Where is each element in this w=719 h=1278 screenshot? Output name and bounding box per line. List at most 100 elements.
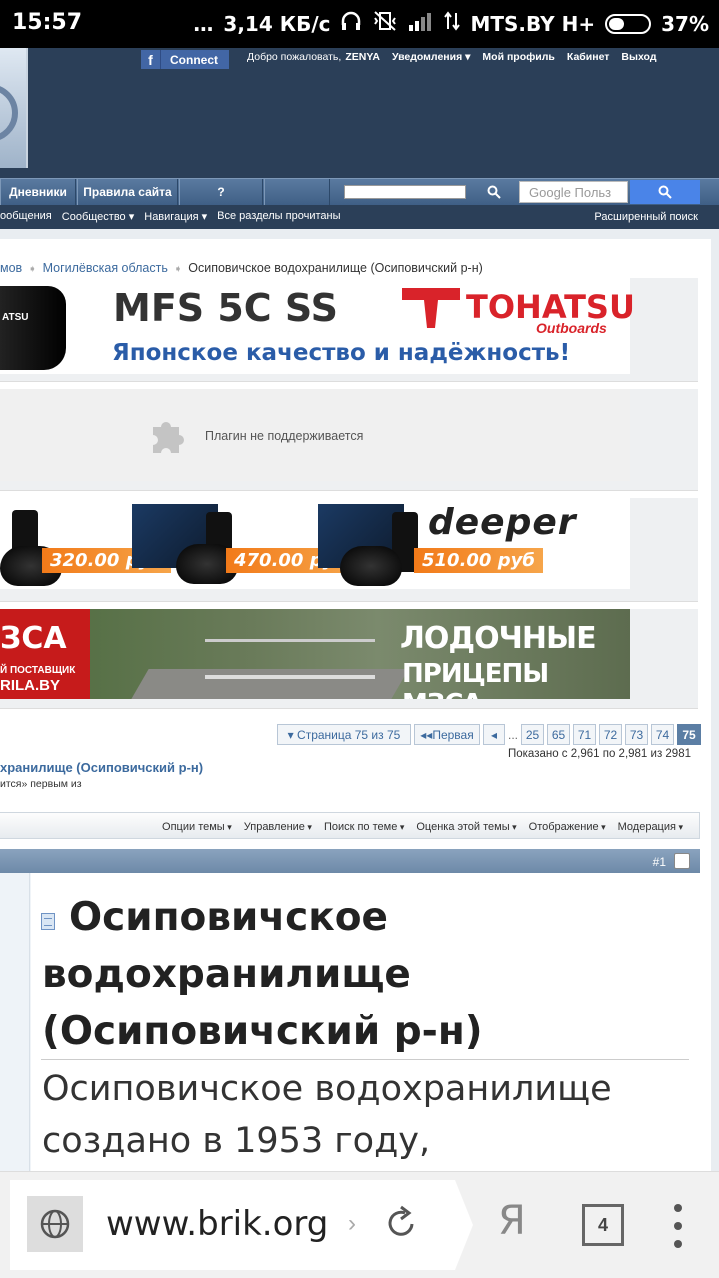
display-mode-menu[interactable]: Отображение <box>529 821 606 833</box>
tohatsu-model: MFS 5C SS <box>113 286 338 330</box>
first-page-button[interactable]: ◂◂Первая <box>414 724 480 745</box>
yandex-button[interactable]: Я <box>498 1198 526 1244</box>
tab-diaries[interactable]: Дневники <box>0 179 76 205</box>
reload-icon[interactable] <box>384 1204 418 1247</box>
puzzle-icon <box>147 417 189 464</box>
mzsa-supplier: Й ПОСТАВЩИК <box>0 665 76 676</box>
pagination: ▾ Страница 75 из 75 ◂◂Первая ◂ ... 25 65… <box>277 724 702 745</box>
trailer-image <box>205 639 375 679</box>
battery-icon <box>605 13 652 34</box>
post-content: Осиповичское водохранилище (Осиповичский… <box>31 873 700 1181</box>
tab-help[interactable]: ? <box>179 179 263 205</box>
search-icon <box>658 185 672 199</box>
main-navbar: Дневники Правила сайта ? Google Польз <box>0 178 719 205</box>
breadcrumb-arrow-icon: ➧ <box>28 264 37 275</box>
post-title: Осиповичское водохранилище (Осиповичский… <box>42 895 483 1054</box>
status-time: 15:57 <box>12 10 83 35</box>
subnav-community[interactable]: Сообщество ▾ <box>62 210 134 223</box>
address-bar[interactable]: www.brik.org › <box>10 1180 473 1270</box>
breadcrumb-current: Осиповичское водохранилище (Осиповичский… <box>188 261 483 275</box>
deeper-banner[interactable]: 320.00 руб 470.00 руб 510.00 руб deeper <box>0 498 630 589</box>
post-text: Осиповичское водохранилище создано в 195… <box>42 1069 612 1161</box>
banner-slot-tohatsu: ATSU MFS 5C SS TOHATSU Outboards Японско… <box>0 278 698 382</box>
search-icon[interactable] <box>483 180 505 204</box>
plugin-message: Плагин не поддерживается <box>205 429 364 443</box>
breadcrumb-link-forum[interactable]: мов <box>0 261 22 275</box>
post-user-column <box>0 873 30 1181</box>
tab-empty[interactable] <box>264 179 330 205</box>
page-link[interactable]: 74 <box>651 724 675 745</box>
breadcrumb-arrow-icon: ➧ <box>173 264 183 275</box>
deeper-price-3: 510.00 руб <box>414 548 543 573</box>
page-link[interactable]: 73 <box>625 724 649 745</box>
banner-slot-deeper: 320.00 руб 470.00 руб 510.00 руб deeper <box>0 498 698 602</box>
google-search-input[interactable]: Google Польз <box>519 181 628 203</box>
data-transfer-icon <box>444 11 461 36</box>
tabs-button[interactable]: 4 <box>582 1204 624 1246</box>
facebook-connect-label: Connect <box>170 52 218 67</box>
google-search-button[interactable] <box>630 180 700 204</box>
mzsa-brand: ЗСА <box>0 621 67 656</box>
tohatsu-banner[interactable]: ATSU MFS 5C SS TOHATSU Outboards Японско… <box>0 278 635 374</box>
tohatsu-slogan: Японское качество и надёжность! <box>112 340 571 366</box>
sub-navbar: ообщения Сообщество ▾ Навигация ▾ Все ра… <box>0 205 719 229</box>
subnav-messages[interactable]: ообщения <box>0 210 52 223</box>
forum-search-input[interactable] <box>344 185 466 199</box>
thread-title-link[interactable]: хранилище (Осиповичский р-н) <box>0 760 203 775</box>
cabinet-link[interactable]: Кабинет <box>567 51 610 63</box>
profile-link[interactable]: Мой профиль <box>482 51 554 63</box>
motor-label: ATSU <box>2 312 29 323</box>
greeting-text: Добро пожаловать, <box>247 51 342 63</box>
logout-link[interactable]: Выход <box>621 51 656 63</box>
trailer-banner[interactable]: ЗСА Й ПОСТАВЩИК RILA.BY ЛОДОЧНЫЕ ПРИЦЕПЫ… <box>0 609 630 699</box>
plugin-placeholder: Плагин не поддерживается <box>0 389 630 481</box>
breadcrumb: мов ➧ Могилёвская область ➧ Осиповичское вод… <box>0 261 483 275</box>
status-battery: 37% <box>661 11 709 36</box>
thread-subtitle: ится» первым из <box>0 778 82 790</box>
menu-icon[interactable] <box>672 1204 684 1248</box>
page-link[interactable]: 25 <box>521 724 545 745</box>
page-link[interactable]: 71 <box>573 724 597 745</box>
thread-tools-bar: Опции темы Управление Поиск по теме Оцен… <box>0 812 700 839</box>
banner-slot-plugin: Плагин не поддерживается <box>0 389 698 491</box>
url-chevron-icon: › <box>348 1210 356 1237</box>
page-selector[interactable]: ▾ Страница 75 из 75 <box>277 724 411 745</box>
advanced-search-link[interactable]: Расширенный поиск <box>594 211 698 223</box>
moderation-menu[interactable]: Модерация <box>618 821 683 833</box>
pagination-ellipsis: ... <box>508 727 519 742</box>
prev-page-button[interactable]: ◂ <box>483 724 505 745</box>
signal-icon <box>408 11 434 36</box>
thread-options-menu[interactable]: Опции темы <box>162 821 232 833</box>
browser-toolbar: www.brik.org › Я 4 <box>0 1171 719 1278</box>
trailer-headline-1: ЛОДОЧНЫЕ <box>400 621 597 656</box>
vibrate-off-icon <box>372 10 398 37</box>
breadcrumb-link-region[interactable]: Могилёвская область <box>43 261 168 275</box>
site-header: f Connect Добро пожаловать, ZENYA Уведом… <box>0 48 719 178</box>
facebook-connect-button[interactable]: f Connect <box>141 50 229 69</box>
globe-icon[interactable] <box>27 1196 83 1252</box>
thread-search-menu[interactable]: Поиск по теме <box>324 821 404 833</box>
page-link[interactable]: 65 <box>547 724 571 745</box>
mzsa-site: RILA.BY <box>0 677 60 694</box>
page-link[interactable]: 72 <box>599 724 623 745</box>
subnav-mark-read[interactable]: Все разделы прочитаны <box>217 210 340 223</box>
sonar-image <box>340 546 402 586</box>
post-select-checkbox[interactable] <box>674 853 690 869</box>
outboard-motor-image: ATSU <box>0 286 66 370</box>
tab-site-rules[interactable]: Правила сайта <box>77 179 178 205</box>
notifications-link[interactable]: Уведомления ▾ <box>392 51 470 63</box>
current-page: 75 <box>677 724 702 745</box>
trailer-headline-2: ПРИЦЕПЫ МЗСА <box>402 659 549 699</box>
results-count: Показано с 2,961 по 2,981 из 2981 <box>507 748 691 760</box>
rate-thread-menu[interactable]: Оценка этой темы <box>416 821 516 833</box>
tohatsu-outboards: Outboards <box>536 320 607 336</box>
username-link[interactable]: ZENYA <box>345 51 380 63</box>
site-logo[interactable] <box>0 48 28 168</box>
subnav-navigation[interactable]: Навигация ▾ <box>144 210 207 223</box>
headphones-icon <box>340 10 362 37</box>
manage-menu[interactable]: Управление <box>244 821 312 833</box>
status-bar: 15:57 … 3,14 КБ/с MTS.BY H+ 37% <box>0 0 719 48</box>
url-text[interactable]: www.brik.org <box>106 1204 328 1244</box>
post-divider <box>41 1059 689 1060</box>
post-number[interactable]: #1 <box>653 855 666 869</box>
